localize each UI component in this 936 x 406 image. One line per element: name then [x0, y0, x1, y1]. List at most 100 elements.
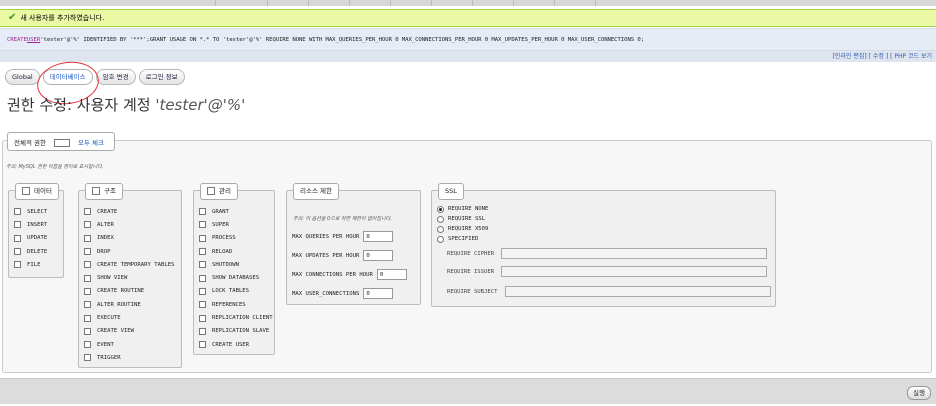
ssl-option-require-none[interactable]: REQUIRE NONE — [437, 204, 488, 214]
require-issuer-input[interactable] — [501, 266, 767, 277]
ssl-option-require-x509[interactable]: REQUIRE X509 — [437, 224, 488, 234]
max-user-connections-input[interactable]: 0 — [363, 288, 394, 299]
checkbox-icon[interactable] — [199, 341, 206, 349]
privilege-item[interactable]: REFERENCES — [199, 298, 273, 311]
checkbox-icon[interactable] — [14, 208, 21, 216]
checkbox-icon[interactable] — [14, 221, 21, 229]
top-tab[interactable] — [473, 0, 514, 6]
max-connections-input[interactable]: 0 — [376, 269, 407, 280]
checkbox-icon[interactable] — [199, 234, 206, 242]
radio-icon[interactable] — [437, 235, 444, 243]
checkbox-icon[interactable] — [84, 274, 91, 282]
max-updates-input[interactable]: 0 — [363, 250, 394, 261]
sql-actions-links[interactable]: [인라인 편집] [ 수정 ] [ PHP 코드 보기 — [833, 53, 932, 60]
checkbox-icon[interactable] — [14, 261, 21, 269]
top-tab[interactable] — [232, 0, 268, 6]
privilege-item[interactable]: SHOW DATABASES — [199, 271, 273, 284]
structure-group-legend[interactable]: 구조 — [85, 183, 123, 200]
checkbox-icon[interactable] — [84, 354, 91, 362]
tab-login-info[interactable]: 로그인 정보 — [138, 69, 185, 85]
checkbox-icon[interactable] — [199, 301, 206, 309]
ssl-option-require-ssl[interactable]: REQUIRE SSL — [437, 214, 488, 224]
checkbox-icon[interactable] — [84, 221, 91, 229]
privilege-item[interactable]: GRANT — [199, 205, 273, 218]
privilege-item[interactable]: INDEX — [84, 232, 174, 245]
top-tab[interactable] — [432, 0, 473, 6]
privilege-item[interactable]: SHOW VIEW — [84, 271, 174, 284]
sql-user-link[interactable]: USER — [27, 37, 40, 43]
checkbox-icon[interactable] — [92, 187, 100, 195]
sql-actions[interactable]: [인라인 편집] [ 수정 ] [ PHP 코드 보기 — [0, 51, 936, 62]
privilege-item[interactable]: RELOAD — [199, 245, 273, 258]
privilege-item[interactable]: REPLICATION SLAVE — [199, 325, 273, 338]
top-tab[interactable] — [145, 0, 216, 6]
checkbox-icon[interactable] — [84, 314, 91, 322]
privilege-item[interactable]: DELETE — [14, 245, 47, 258]
checkbox-icon[interactable] — [207, 187, 215, 195]
privilege-item[interactable]: SELECT — [14, 205, 47, 218]
submit-button[interactable]: 실행 — [907, 386, 931, 400]
admin-group-legend[interactable]: 관리 — [200, 183, 238, 200]
checkbox-icon[interactable] — [84, 301, 91, 309]
checkbox-icon[interactable] — [84, 341, 91, 349]
top-tab[interactable] — [268, 0, 309, 6]
privilege-item[interactable]: SUPER — [199, 218, 273, 231]
privilege-item[interactable]: SHUTDOWN — [199, 258, 273, 271]
checkbox-icon[interactable] — [84, 261, 91, 269]
checkbox-icon[interactable] — [199, 221, 206, 229]
checkbox-icon[interactable] — [14, 248, 21, 256]
tab-database[interactable]: 데이터베이스 — [42, 69, 93, 85]
privilege-item[interactable]: EVENT — [84, 338, 174, 351]
privilege-item[interactable]: CREATE — [84, 205, 174, 218]
privilege-item[interactable]: PROCESS — [199, 232, 273, 245]
checkbox-icon[interactable] — [199, 248, 206, 256]
privilege-item[interactable]: CREATE TEMPORARY TABLES — [84, 258, 174, 271]
checkbox-icon[interactable] — [199, 208, 206, 216]
tab-change-password[interactable]: 암호 변경 — [95, 69, 136, 85]
check-all-toggle[interactable]: 모두 체크 — [50, 137, 112, 147]
privilege-item[interactable]: CREATE ROUTINE — [84, 285, 174, 298]
ssl-option-specified[interactable]: SPECIFIED — [437, 234, 488, 244]
privilege-item[interactable]: UPDATE — [14, 232, 47, 245]
privilege-item[interactable]: ALTER — [84, 218, 174, 231]
data-group-legend[interactable]: 데이터 — [15, 183, 59, 200]
require-cipher-input[interactable] — [501, 248, 767, 259]
privilege-item[interactable]: EXECUTE — [84, 311, 174, 324]
radio-selected-icon[interactable] — [437, 205, 444, 213]
tab-global[interactable]: Global — [5, 69, 40, 85]
checkbox-icon[interactable] — [199, 287, 206, 295]
checkbox-icon[interactable] — [53, 138, 70, 147]
privilege-item[interactable]: LOCK TABLES — [199, 285, 273, 298]
privilege-item[interactable]: REPLICATION CLIENT — [199, 311, 273, 324]
max-queries-input[interactable]: 0 — [363, 231, 394, 242]
privilege-item[interactable]: DROP — [84, 245, 174, 258]
checkbox-icon[interactable] — [199, 274, 206, 282]
page-title: 권한 수정: 사용자 계정 'tester'@'%' — [7, 94, 245, 115]
privilege-item[interactable]: INSERT — [14, 218, 47, 231]
checkbox-icon[interactable] — [14, 234, 21, 242]
require-subject-input[interactable] — [505, 286, 771, 297]
top-tab[interactable] — [391, 0, 432, 6]
privilege-item[interactable]: ALTER ROUTINE — [84, 298, 174, 311]
top-tab[interactable] — [309, 0, 350, 6]
privilege-item[interactable]: FILE — [14, 258, 47, 271]
checkbox-icon[interactable] — [84, 208, 91, 216]
privilege-item[interactable]: TRIGGER — [84, 351, 174, 364]
checkbox-icon[interactable] — [22, 187, 30, 195]
checkbox-icon[interactable] — [199, 261, 206, 269]
radio-icon[interactable] — [437, 215, 444, 223]
checkbox-icon[interactable] — [84, 287, 91, 295]
checkbox-icon[interactable] — [199, 327, 206, 335]
radio-icon[interactable] — [437, 225, 444, 233]
top-tab[interactable] — [350, 0, 391, 6]
checkbox-icon[interactable] — [199, 314, 206, 322]
checkbox-icon[interactable] — [84, 248, 91, 256]
checkbox-icon[interactable] — [84, 327, 91, 335]
checkbox-icon[interactable] — [84, 234, 91, 242]
top-tab[interactable] — [555, 0, 596, 6]
resource-limits-group: 리소스 제한 주의: 이 옵션을 0으로 하면 제한이 없어집니다. MAX Q… — [286, 183, 421, 305]
top-tab[interactable] — [514, 0, 555, 6]
check-all-label[interactable]: 모두 체크 — [74, 139, 108, 147]
privilege-item[interactable]: CREATE USER — [199, 338, 273, 351]
privilege-item[interactable]: CREATE VIEW — [84, 325, 174, 338]
